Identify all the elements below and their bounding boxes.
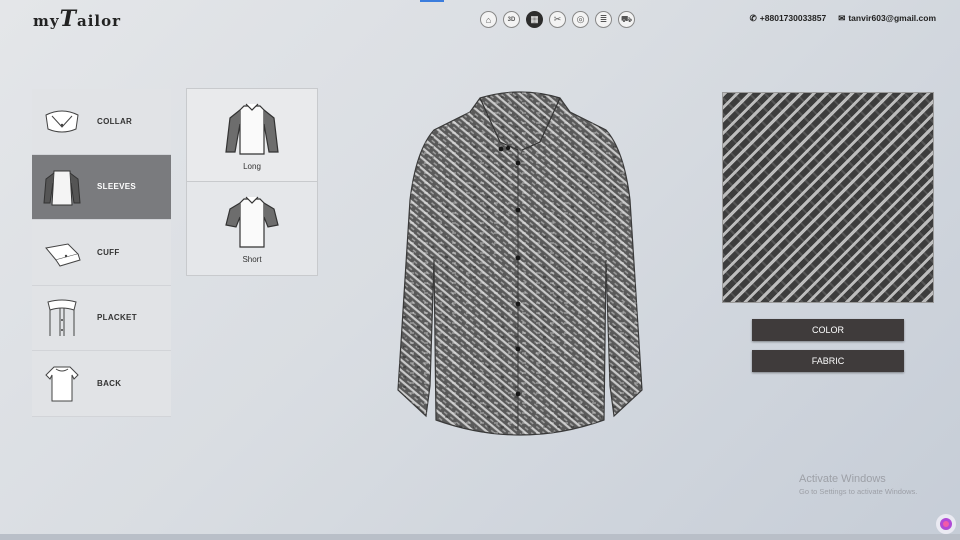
fabric-button[interactable]: FABRIC [752, 350, 904, 372]
option-short-sleeve[interactable]: Short [186, 182, 318, 276]
option-label-long: Long [243, 161, 261, 171]
collar-icon [45, 110, 79, 133]
watermark-subtitle: Go to Settings to activate Windows. [799, 487, 918, 496]
color-button[interactable]: COLOR [752, 319, 904, 341]
assistant-button[interactable] [936, 514, 956, 534]
assistant-icon [940, 518, 952, 530]
menu-item-sleeves[interactable]: SLEEVES [32, 154, 171, 220]
logo-rest: ailor [76, 12, 121, 30]
long-sleeve-icon [225, 103, 279, 155]
measure-icon[interactable]: ≣ [595, 11, 612, 28]
home-icon[interactable]: ⌂ [480, 11, 497, 28]
buttons-icon[interactable]: ◎ [572, 11, 589, 28]
cuff-icon [45, 243, 81, 267]
fabric-icon[interactable]: ▦ [526, 11, 543, 28]
menu-label-cuff: CUFF [97, 247, 120, 257]
option-label-short: Short [242, 255, 262, 264]
top-accent-line [420, 0, 444, 2]
menu-item-placket[interactable]: PLACKET [32, 285, 171, 351]
option-long-sleeve[interactable]: Long [186, 88, 318, 182]
style-sidebar: COLLAR SLEEVES CUFF PLACKET BACK [32, 89, 171, 417]
watermark-title: Activate Windows [799, 473, 886, 485]
sleeve-options-panel: Long Short [186, 88, 318, 276]
menu-label-sleeves: SLEEVES [97, 182, 137, 192]
style-icon[interactable]: ✂ [549, 11, 566, 28]
placket-icon [47, 299, 77, 336]
menu-item-back[interactable]: BACK [32, 351, 171, 417]
phone-icon: ✆ [749, 13, 757, 23]
fabric-swatch[interactable] [722, 92, 934, 303]
mail-icon: ✉ [838, 13, 846, 23]
back-icon [45, 366, 79, 402]
email-address: tanvir603@gmail.com [848, 13, 936, 23]
sleeves-icon [43, 170, 81, 206]
menu-item-cuff[interactable]: CUFF [32, 220, 171, 286]
shirt-3d-preview[interactable] [380, 90, 660, 450]
phone-contact[interactable]: ✆ +8801730033857 [750, 13, 827, 24]
short-sleeve-icon [225, 196, 279, 248]
phone-number: +8801730033857 [759, 13, 827, 23]
menu-label-back: BACK [97, 378, 122, 388]
email-contact[interactable]: ✉ tanvir603@gmail.com [838, 13, 936, 24]
contact-info: ✆ +8801730033857 ✉ tanvir603@gmail.com [750, 13, 936, 24]
logo-initial: T [59, 6, 77, 32]
logo-prefix: my [33, 12, 60, 30]
cart-icon[interactable]: ⛟ [618, 11, 635, 28]
top-toolbar: ⌂ 3D ▦ ✂ ◎ ≣ ⛟ [480, 11, 635, 28]
menu-label-collar: COLLAR [97, 116, 133, 126]
menu-item-collar[interactable]: COLLAR [32, 89, 171, 155]
menu-label-placket: PLACKET [97, 313, 137, 323]
activation-watermark: Activate Windows Go to Settings to activ… [799, 473, 917, 496]
3d-icon[interactable]: 3D [503, 11, 520, 28]
logo[interactable]: myTailor [33, 6, 121, 32]
bottom-bar [0, 534, 960, 540]
